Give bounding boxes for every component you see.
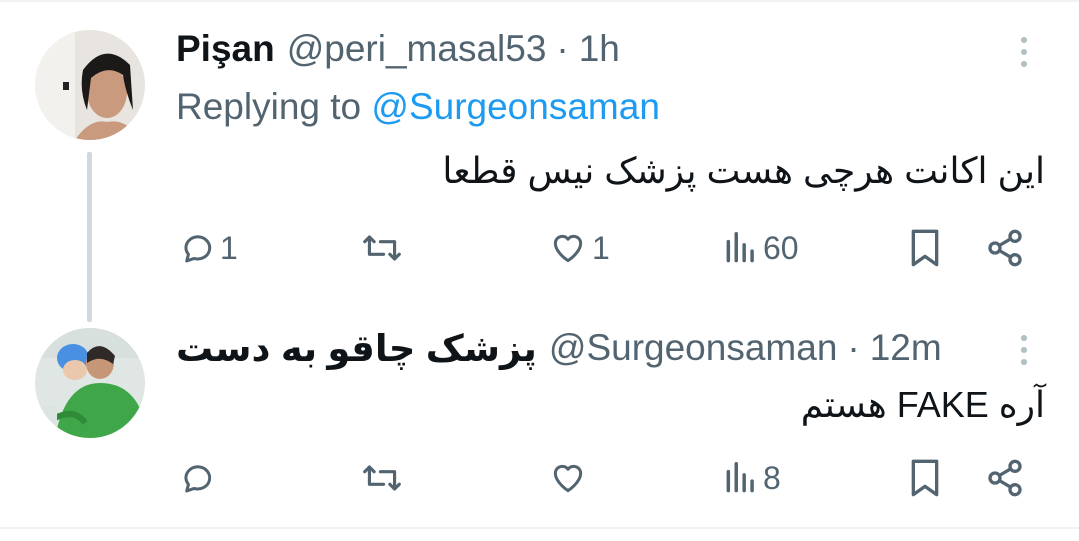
views-count: 8: [763, 459, 781, 496]
like-button[interactable]: [548, 456, 592, 500]
reply-count: 1: [220, 229, 238, 266]
views-button[interactable]: 60: [723, 226, 799, 270]
heart-icon: [553, 464, 583, 493]
thread-line: [87, 152, 92, 322]
reply-button[interactable]: [178, 456, 220, 500]
tweet-text: آره FAKE هستم: [800, 384, 1045, 425]
analytics-icon: [726, 462, 754, 493]
like-button[interactable]: 1: [548, 226, 610, 270]
author-handle[interactable]: @peri_masal53: [287, 28, 547, 70]
bookmark-icon: [911, 459, 939, 497]
reply-icon: [184, 235, 212, 263]
share-icon: [988, 229, 1022, 267]
bookmark-icon: [911, 229, 939, 267]
author-handle[interactable]: @Surgeonsaman: [549, 327, 838, 369]
top-divider: [0, 0, 1079, 2]
tweet-header: Pişan @peri_masal53 · 1h: [176, 27, 620, 71]
share-icon: [988, 459, 1022, 497]
replying-to: Replying to @Surgeonsaman: [176, 86, 660, 128]
tweet-text: این اکانت هرچی هست پزشک نیس قطعا: [442, 150, 1045, 191]
more-options-icon[interactable]: [1009, 32, 1039, 72]
retweet-icon: [363, 465, 401, 491]
like-count: 1: [592, 229, 610, 266]
share-button[interactable]: [985, 456, 1025, 500]
replying-to-label: Replying to: [176, 86, 362, 127]
bookmark-button[interactable]: [908, 226, 942, 270]
avatar[interactable]: [35, 30, 145, 140]
reply-icon: [184, 465, 212, 493]
share-button[interactable]: [985, 226, 1025, 270]
more-options-icon[interactable]: [1009, 330, 1039, 370]
heart-icon: [553, 234, 583, 263]
avatar[interactable]: [35, 328, 145, 438]
timestamp[interactable]: 1h: [579, 28, 620, 70]
retweet-icon: [363, 235, 401, 261]
separator-dot: ·: [847, 327, 860, 368]
author-name[interactable]: Pişan: [176, 28, 275, 70]
timestamp[interactable]: 12m: [870, 327, 942, 369]
retweet-button[interactable]: [360, 456, 408, 500]
bottom-divider: [0, 527, 1079, 529]
separator-dot: ·: [556, 28, 569, 69]
retweet-button[interactable]: [360, 226, 408, 270]
views-count: 60: [763, 229, 799, 266]
analytics-icon: [726, 232, 754, 263]
replying-to-link[interactable]: @Surgeonsaman: [371, 86, 660, 127]
reply-button[interactable]: 1: [178, 226, 238, 270]
views-button[interactable]: 8: [723, 456, 781, 500]
bookmark-button[interactable]: [908, 456, 942, 500]
tweet-header: پزشک چاقو به دست @Surgeonsaman · 12m: [176, 326, 942, 370]
author-name[interactable]: پزشک چاقو به دست: [176, 327, 537, 370]
